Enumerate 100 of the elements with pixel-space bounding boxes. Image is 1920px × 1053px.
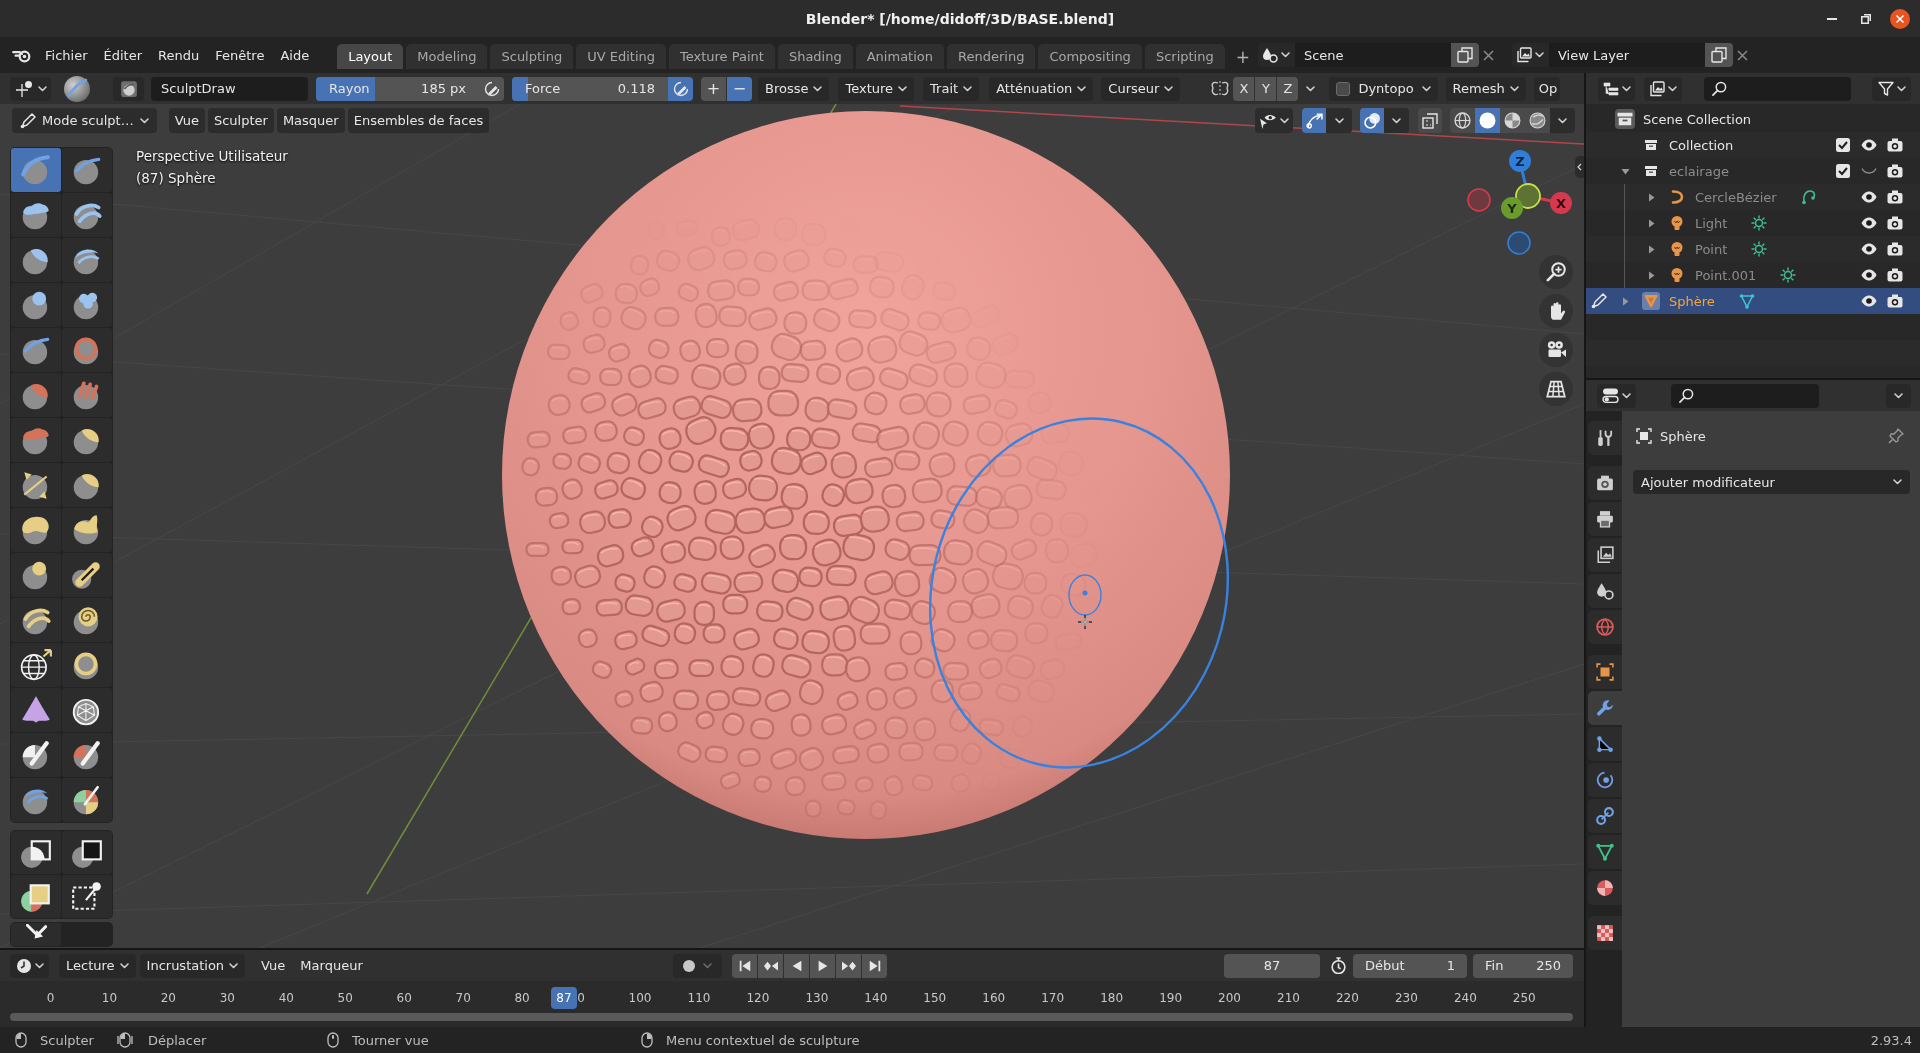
chevron-icon[interactable] bbox=[1306, 85, 1316, 92]
popover-button[interactable]: Trait bbox=[923, 76, 980, 101]
workspace-tab[interactable]: Layout bbox=[337, 44, 404, 69]
popover-button[interactable]: Brosse bbox=[758, 76, 830, 101]
menu-item[interactable]: Fenêtre bbox=[207, 43, 273, 67]
popover-button[interactable]: Atténuation bbox=[989, 76, 1094, 101]
filter-button[interactable] bbox=[1872, 76, 1911, 101]
dropdown-button[interactable]: Incrustation bbox=[139, 953, 246, 978]
overlay-toggle[interactable] bbox=[1360, 108, 1384, 133]
brush-name-field[interactable]: SculptDraw bbox=[151, 76, 308, 101]
timeline-scrollbar[interactable] bbox=[10, 1013, 1573, 1021]
properties-tab[interactable] bbox=[1588, 799, 1622, 833]
shading-button[interactable] bbox=[1525, 108, 1550, 133]
playback-button[interactable] bbox=[758, 953, 784, 978]
axis-ball[interactable]: X bbox=[1550, 192, 1572, 214]
eye-icon[interactable] bbox=[1861, 139, 1877, 151]
properties-tab[interactable] bbox=[1588, 466, 1622, 500]
camera-icon[interactable] bbox=[1887, 294, 1903, 308]
tool-button[interactable] bbox=[62, 643, 112, 687]
properties-tab[interactable] bbox=[1588, 835, 1622, 869]
visibility-button[interactable] bbox=[1255, 108, 1293, 133]
dropdown-button[interactable] bbox=[1886, 383, 1911, 408]
expand-arrow-icon[interactable] bbox=[1620, 296, 1630, 306]
view-layer-field[interactable]: View Layer bbox=[1548, 43, 1705, 67]
checkbox[interactable] bbox=[1836, 164, 1850, 178]
properties-tab[interactable] bbox=[1588, 538, 1622, 572]
duplicate-button[interactable] bbox=[1450, 43, 1479, 67]
tool-button[interactable] bbox=[11, 643, 61, 687]
axis-toggle[interactable]: Z bbox=[1277, 76, 1299, 101]
minimize-icon[interactable] bbox=[1827, 17, 1837, 20]
tool-button[interactable] bbox=[11, 598, 61, 642]
brush-type-button[interactable] bbox=[113, 76, 144, 101]
tool-button[interactable] bbox=[62, 238, 112, 282]
eye-icon[interactable] bbox=[1861, 191, 1877, 203]
shading-button[interactable] bbox=[1475, 108, 1500, 133]
menu-item[interactable]: Fichier bbox=[37, 43, 96, 67]
eye-icon[interactable] bbox=[1861, 243, 1877, 255]
navigation-gizmo[interactable]: Z Y X bbox=[1465, 145, 1580, 263]
camera-icon[interactable] bbox=[1887, 268, 1903, 282]
value-slider[interactable]: Rayon 185 px bbox=[316, 76, 479, 101]
tool-button[interactable] bbox=[11, 733, 61, 777]
checkbox[interactable] bbox=[1836, 138, 1850, 152]
tool-button[interactable] bbox=[62, 831, 112, 874]
duplicate-button[interactable] bbox=[1704, 43, 1733, 67]
tool-button[interactable] bbox=[11, 923, 61, 946]
properties-tab[interactable] bbox=[1588, 727, 1622, 761]
tool-button[interactable] bbox=[62, 778, 112, 822]
menu-item[interactable]: Masquer bbox=[276, 108, 345, 133]
tool-button[interactable] bbox=[11, 553, 61, 597]
expand-arrow-icon[interactable] bbox=[1646, 244, 1656, 254]
playback-button[interactable] bbox=[732, 953, 758, 978]
record-button[interactable] bbox=[673, 953, 723, 978]
popover-button[interactable]: Remesh bbox=[1445, 76, 1526, 101]
pan-button[interactable] bbox=[1539, 294, 1573, 328]
tool-button[interactable] bbox=[11, 463, 61, 507]
tool-button[interactable] bbox=[62, 875, 112, 918]
zoom-button[interactable] bbox=[1539, 255, 1573, 289]
workspace-tab[interactable]: Sculpting bbox=[490, 44, 574, 69]
properties-tab[interactable] bbox=[1588, 871, 1622, 905]
tool-button[interactable] bbox=[11, 283, 61, 327]
tool-button[interactable] bbox=[62, 418, 112, 462]
editor-type-button[interactable] bbox=[1597, 383, 1636, 408]
direction-button[interactable]: + bbox=[701, 76, 726, 101]
current-frame-field[interactable]: 87 bbox=[1224, 953, 1320, 978]
add-workspace-button[interactable]: + bbox=[1227, 44, 1258, 69]
playback-button[interactable] bbox=[862, 953, 888, 978]
tool-button[interactable] bbox=[62, 508, 112, 552]
workspace-tab[interactable]: Texture Paint bbox=[669, 44, 775, 69]
tool-picker-button[interactable] bbox=[10, 76, 51, 101]
workspace-tab[interactable]: UV Editing bbox=[576, 44, 666, 69]
xray-toggle[interactable] bbox=[1418, 108, 1442, 133]
popover-button[interactable]: Texture bbox=[838, 76, 915, 101]
properties-tab[interactable] bbox=[1588, 502, 1622, 536]
properties-tab[interactable] bbox=[1588, 655, 1622, 689]
playhead-frame[interactable]: 87 bbox=[550, 987, 577, 1009]
tool-button[interactable] bbox=[62, 733, 112, 777]
close-icon[interactable] bbox=[1890, 8, 1910, 29]
workspace-tab[interactable]: Modeling bbox=[406, 44, 488, 69]
dyntopo-button[interactable]: Dyntopo bbox=[1329, 76, 1438, 101]
menu-item[interactable]: Vue bbox=[168, 108, 205, 133]
start-frame-field[interactable]: Début 1 bbox=[1353, 953, 1467, 978]
eye-icon[interactable] bbox=[1861, 295, 1877, 307]
expand-arrow-icon[interactable] bbox=[1646, 218, 1656, 228]
direction-button[interactable]: − bbox=[727, 76, 752, 101]
tool-button[interactable] bbox=[11, 831, 61, 874]
closed-eye-icon[interactable] bbox=[1861, 167, 1877, 175]
playback-button[interactable] bbox=[836, 953, 862, 978]
dropdown-button[interactable] bbox=[1384, 108, 1409, 133]
search-field[interactable] bbox=[1704, 76, 1851, 101]
playback-button[interactable] bbox=[784, 953, 810, 978]
dropdown-button[interactable] bbox=[1326, 108, 1352, 133]
datablock-type-button[interactable] bbox=[1257, 43, 1295, 67]
search-field[interactable] bbox=[1671, 383, 1819, 408]
camera-icon[interactable] bbox=[1887, 242, 1903, 256]
properties-tab[interactable] bbox=[1588, 691, 1622, 725]
axis-ball[interactable]: Y bbox=[1501, 197, 1523, 219]
editor-type-button[interactable] bbox=[1598, 76, 1635, 101]
popover-button[interactable]: Op bbox=[1533, 76, 1561, 101]
properties-tab[interactable] bbox=[1588, 763, 1622, 797]
checkbox[interactable] bbox=[1336, 81, 1351, 96]
